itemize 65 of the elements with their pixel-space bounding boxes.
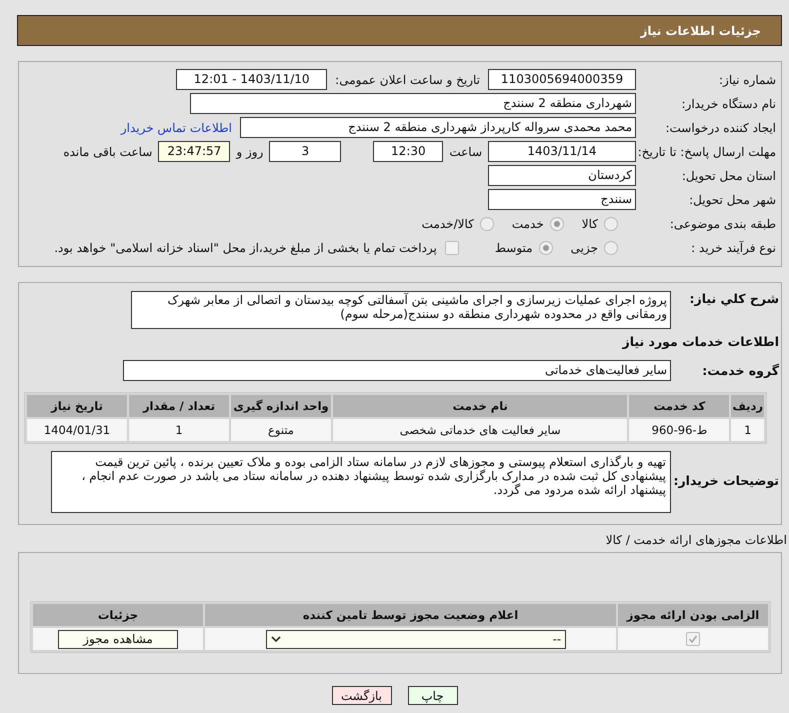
table-cell: 1 bbox=[731, 419, 764, 441]
field-label: طبقه بندی موضوعی: bbox=[668, 216, 777, 230]
days-label: روز و bbox=[236, 144, 264, 158]
radio-label: متوسط bbox=[494, 240, 533, 254]
city-field[interactable]: سنندج bbox=[488, 189, 636, 210]
table-cell: 1 bbox=[129, 419, 229, 441]
field-label: تاریخ و ساعت اعلان عمومی: bbox=[335, 72, 480, 86]
section-title: اطلاعات مجوزهای ارائه خدمت / کالا bbox=[604, 533, 788, 547]
radio-label: خدمت bbox=[512, 216, 544, 230]
print-button[interactable]: چاپ bbox=[408, 686, 458, 705]
radio-label: کالا bbox=[582, 216, 598, 230]
announce-date-field[interactable]: 1403/11/10 - 12:01 bbox=[176, 69, 328, 90]
column-header: تعداد / مقدار bbox=[129, 395, 229, 417]
column-header: واحد اندازه گیری bbox=[231, 395, 331, 417]
field-label: نام دستگاه خریدار: bbox=[680, 96, 777, 110]
checkbox[interactable] bbox=[444, 240, 459, 254]
status-dropdown[interactable]: -- bbox=[266, 630, 566, 648]
field-label: ایجاد کننده درخواست: bbox=[664, 120, 777, 134]
view-license-button[interactable]: مشاهده مجوز bbox=[58, 630, 178, 648]
column-header: تاریخ نیاز bbox=[27, 395, 127, 417]
radio-button[interactable] bbox=[550, 216, 564, 230]
need-number-field[interactable]: 1103005694000359 bbox=[488, 69, 636, 90]
field-label: شرح کلي نیاز: bbox=[688, 291, 780, 306]
checkbox[interactable] bbox=[686, 632, 700, 646]
radio-button[interactable] bbox=[604, 216, 618, 230]
days-field[interactable]: 3 bbox=[269, 141, 342, 162]
chevron-down-icon bbox=[271, 636, 281, 642]
table-cell: 1404/01/31 bbox=[27, 419, 127, 441]
deadline-date-field[interactable]: 1403/11/14 bbox=[488, 141, 636, 162]
column-header: الزامی بودن ارائه مجوز bbox=[618, 604, 768, 626]
column-header: کد خدمت bbox=[629, 395, 730, 417]
field-label: شماره نیاز: bbox=[718, 72, 777, 86]
remaining-time-field[interactable]: 23:47:57 bbox=[158, 141, 230, 162]
buyer-contact-link[interactable]: اطلاعات تماس خریدار bbox=[120, 120, 232, 134]
table-cell: ط-96-960 bbox=[629, 419, 730, 441]
requester-field[interactable]: محمد محمدی سرواله کارپرداز شهرداری منطقه 2 سنندج bbox=[240, 117, 636, 138]
column-header: نام خدمت bbox=[333, 395, 628, 417]
field-label: مهلت ارسال پاسخ: تا تاریخ: bbox=[636, 144, 777, 158]
column-header: جزئیات bbox=[33, 604, 203, 626]
radio-button[interactable] bbox=[480, 216, 494, 230]
buyer-field[interactable]: شهرداری منطقه 2 سنندج bbox=[190, 93, 636, 114]
field-label: استان محل تحویل: bbox=[680, 168, 777, 182]
province-field[interactable]: کردستان bbox=[488, 165, 636, 186]
description-textarea[interactable]: پروژه اجرای عملیات زیرسازی و اجرای ماشینی بتن آسفالتی کوچه بیدستان و اتصالی از معابر شهرک ورمقانی واقع در محدوده شهرداری منطقه دو سنندج(مرحله سوم) bbox=[131, 291, 671, 329]
field-label: گروه خدمت: bbox=[701, 363, 780, 378]
service-group-field[interactable]: سایر فعالیت‌های خدماتی bbox=[123, 360, 671, 381]
back-button[interactable]: بازگشت bbox=[332, 686, 392, 705]
radio-label: جزیی bbox=[570, 240, 598, 254]
page-title: جزئیات اطلاعات نیاز bbox=[640, 24, 761, 38]
time-label: ساعت bbox=[449, 144, 482, 158]
radio-button[interactable] bbox=[538, 240, 553, 254]
radio-button[interactable] bbox=[604, 240, 618, 254]
remaining-label: ساعت باقی مانده bbox=[63, 144, 152, 158]
table-cell: متنوع bbox=[231, 419, 331, 441]
column-header: ردیف bbox=[731, 395, 764, 417]
deadline-time-field[interactable]: 12:30 bbox=[373, 141, 444, 162]
radio-label: کالا/خدمت bbox=[422, 216, 474, 230]
table-cell: سایر فعالیت های خدماتی شخصی bbox=[333, 419, 628, 441]
field-label: توضیحات خریدار: bbox=[672, 473, 780, 488]
field-label: شهر محل تحویل: bbox=[688, 192, 777, 206]
column-header: اعلام وضعیت مجوز توسط تامین کننده bbox=[205, 604, 616, 626]
buyer-notes-textarea[interactable]: تهیه و بارگذاری استعلام پیوستی و مجوزهای لازم در سامانه ستاد الزامی بوده و ملاک تعیین برنده ، پائین ترین قیمت پیشنهادی کل ثبت شده در مدارک بارگزاری شده توسط پیشنهاد دهنده در سامانه ستاد می باشد در صورت عدم انجام ، پیشنهاد ارائه شده مردود می گردد. bbox=[51, 451, 671, 513]
field-label: نوع فرآیند خرید : bbox=[690, 240, 777, 254]
checkbox-label: پرداخت تمام یا بخشی از مبلغ خرید،از محل "اسناد خزانه اسلامی" خواهد بود. bbox=[54, 240, 437, 254]
section-title: اطلاعات خدمات مورد نیاز bbox=[621, 333, 780, 351]
